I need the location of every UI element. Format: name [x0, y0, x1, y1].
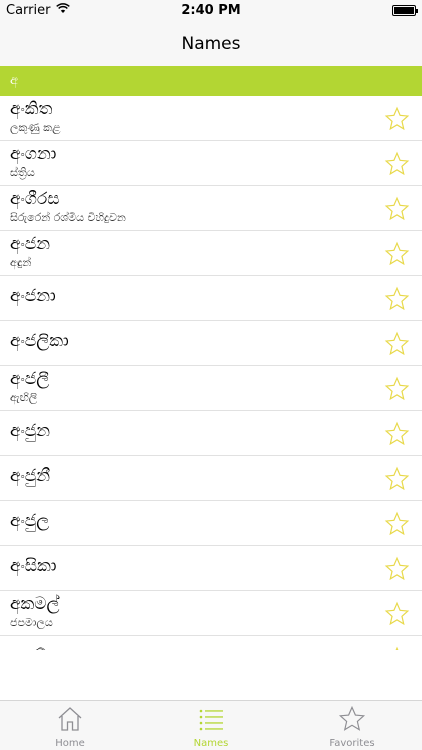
tab-bar: Home Names Favorites — [0, 700, 422, 750]
name-label: අංගනා — [10, 144, 57, 164]
favorite-star-icon[interactable] — [384, 331, 410, 357]
list-item[interactable]: අකම්පන — [0, 636, 422, 650]
list-item[interactable]: අංජලිකා — [0, 321, 422, 366]
name-label: අංගීරස — [10, 189, 60, 209]
favorite-star-icon[interactable] — [384, 196, 410, 222]
status-bar: Carrier 2:40 PM — [0, 0, 422, 22]
meaning-label: ලකුණු කළ — [10, 121, 61, 134]
name-label: අංජුනී — [10, 466, 51, 486]
list-item[interactable]: අංසිකා — [0, 546, 422, 591]
favorite-star-icon[interactable] — [384, 556, 410, 582]
house-icon — [0, 705, 140, 733]
list-item[interactable]: අංජන අඳුන් — [0, 231, 422, 276]
star-icon — [282, 705, 422, 733]
name-label: අංසිකා — [10, 556, 57, 576]
names-list[interactable]: අංකිත ලකුණු කළ අංගනා ස්ත්‍රිය අංගීරස සිරුරෙන්… — [0, 96, 422, 650]
favorite-star-icon[interactable] — [384, 286, 410, 312]
list-item[interactable]: අංජුල — [0, 501, 422, 546]
tab-home[interactable]: Home — [0, 705, 140, 749]
meaning-label: ජපමාලය — [10, 616, 53, 629]
tab-home-label: Home — [55, 738, 85, 749]
favorite-star-icon[interactable] — [384, 421, 410, 447]
favorite-star-icon[interactable] — [384, 151, 410, 177]
name-label: අංජලිකා — [10, 331, 69, 351]
name-label: අංජුන — [10, 421, 51, 441]
meaning-label: ඇඟිලි — [10, 391, 38, 404]
tab-names-label: Names — [193, 738, 229, 749]
list-item[interactable]: අංගීරස සිරුරෙන් රශ්මිය විහිදුවන — [0, 186, 422, 231]
section-header: අ — [0, 66, 422, 96]
tab-favorites[interactable]: Favorites — [282, 705, 422, 749]
list-item[interactable]: අකමල් ජපමාලය — [0, 591, 422, 636]
section-letter: අ — [10, 73, 19, 88]
list-item[interactable]: අංජනා — [0, 276, 422, 321]
favorite-star-icon[interactable] — [384, 376, 410, 402]
list-item[interactable]: අංජලී ඇඟිලි — [0, 366, 422, 411]
name-label: අංජුල — [10, 511, 50, 531]
favorite-star-icon[interactable] — [384, 466, 410, 492]
meaning-label: සිරුරෙන් රශ්මිය විහිදුවන — [10, 211, 126, 224]
favorite-star-icon[interactable] — [384, 601, 410, 627]
navigation-bar: Names — [0, 22, 422, 66]
name-label: අකමල් — [10, 594, 60, 614]
page-title: Names — [181, 34, 241, 54]
favorite-star-icon[interactable] — [384, 511, 410, 537]
battery-icon — [392, 5, 418, 16]
favorite-star-icon[interactable] — [384, 106, 410, 132]
list-item[interactable]: අංජුනී — [0, 456, 422, 501]
tab-names[interactable]: Names — [141, 705, 281, 749]
tab-favorites-label: Favorites — [329, 738, 375, 749]
favorite-star-icon[interactable] — [384, 241, 410, 267]
meaning-label: ස්ත්‍රිය — [10, 166, 35, 179]
favorite-star-icon[interactable] — [384, 646, 410, 650]
name-label: අකම්පන — [10, 646, 72, 650]
list-item[interactable]: අංගනා ස්ත්‍රිය — [0, 141, 422, 186]
list-icon — [141, 705, 281, 733]
meaning-label: අඳුන් — [10, 256, 32, 269]
name-label: අංකිත — [10, 99, 53, 119]
name-label: අංජන — [10, 234, 51, 254]
list-item[interactable]: අංජුන — [0, 411, 422, 456]
name-label: අංජලී — [10, 369, 50, 389]
clock: 2:40 PM — [181, 3, 241, 18]
name-label: අංජනා — [10, 286, 56, 306]
list-item[interactable]: අංකිත ලකුණු කළ — [0, 96, 422, 141]
